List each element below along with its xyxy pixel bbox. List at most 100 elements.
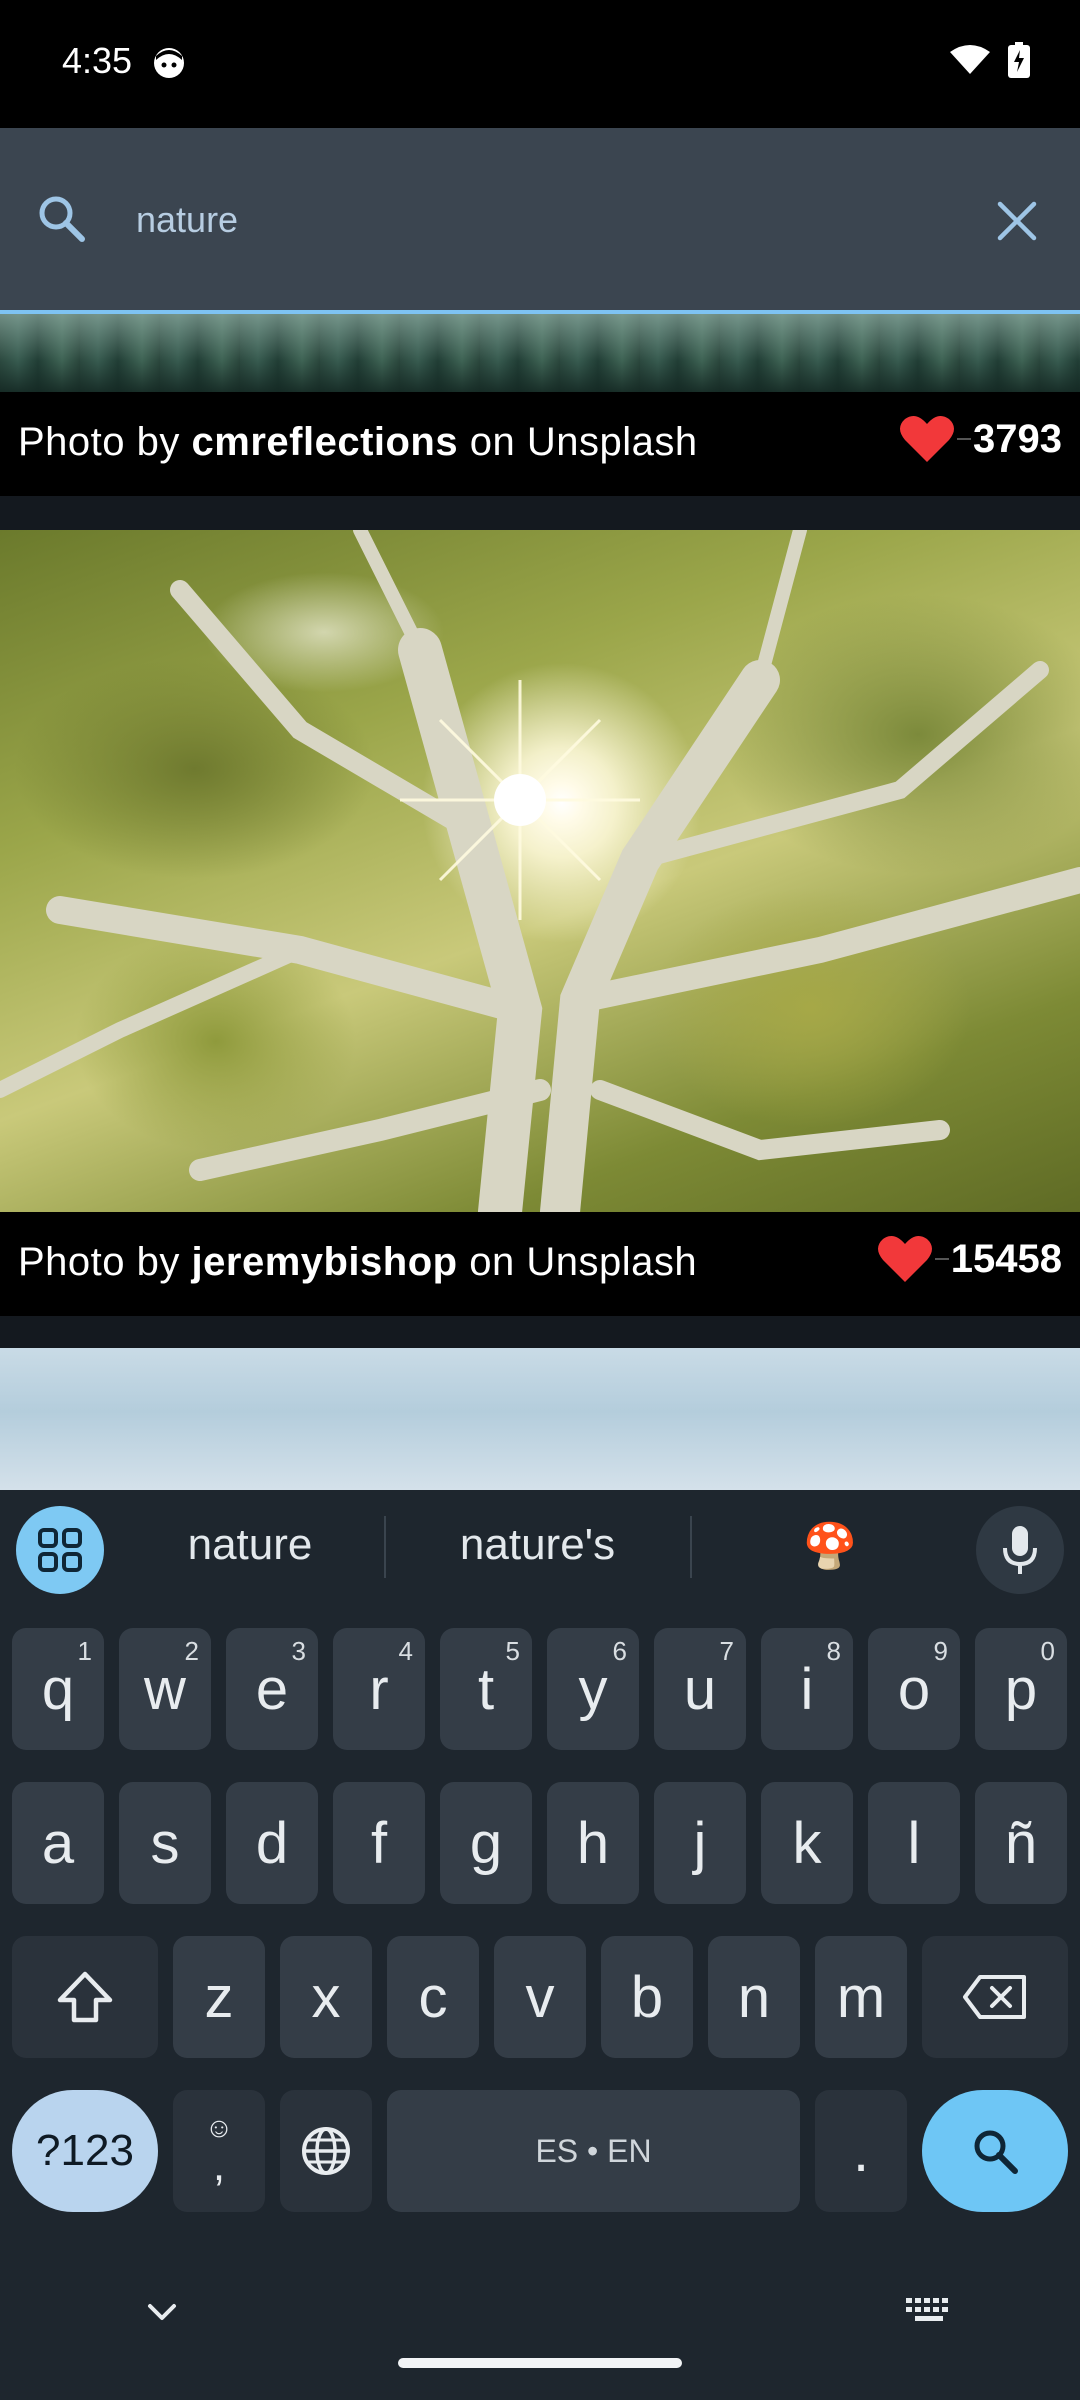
shift-key[interactable] [12,1936,158,2058]
key-x[interactable]: x [280,1936,372,2058]
key-y[interactable]: y6 [547,1628,639,1750]
keyboard-apps-button[interactable] [16,1506,104,1594]
key-label: a [41,1810,75,1876]
heart-icon[interactable] [899,414,955,464]
photo-feed[interactable]: Photo by cmreflections on Unsplash 3793 [0,314,1080,1490]
key-label: m [836,1964,886,2030]
key-d[interactable]: d [226,1782,318,1904]
key-r[interactable]: r4 [333,1628,425,1750]
wifi-icon [950,45,990,74]
key-i[interactable]: i8 [761,1628,853,1750]
key-label: f [370,1810,388,1876]
symbols-mode-key[interactable]: ?123 [12,2090,158,2212]
backspace-icon [963,1975,1026,2019]
photo-image[interactable] [0,314,1080,392]
chevron-down-icon[interactable] [140,2290,184,2334]
key-e[interactable]: e3 [226,1628,318,1750]
emoji-comma-key[interactable]: ☺ , [173,2090,265,2212]
key-j[interactable]: j [654,1782,746,1904]
key-label: e [255,1656,289,1722]
key-s[interactable]: s [119,1782,211,1904]
key-label: b [630,1964,664,2030]
grid-icon [38,1528,82,1572]
like-separator [934,1258,949,1260]
key-n[interactable]: n [708,1936,800,2058]
key-label: p [1004,1656,1038,1722]
key-m[interactable]: m [815,1936,907,2058]
key-z[interactable]: z [173,1936,265,2058]
key-label: ñ [1004,1810,1038,1876]
photo-image[interactable] [0,1348,1080,1490]
key-f[interactable]: f [333,1782,425,1904]
key-b[interactable]: b [601,1936,693,2058]
likes[interactable]: 3793 [899,414,1062,464]
search-action-key[interactable] [922,2090,1068,2212]
key-hint: 5 [505,1636,520,1666]
notification-face-icon [154,48,184,78]
likes[interactable]: 15458 [877,1234,1062,1284]
key-h[interactable]: h [547,1782,639,1904]
microphone-icon [1003,1526,1037,1574]
mic-button[interactable] [976,1506,1064,1594]
suggestion-emoji[interactable]: 🍄 [710,1520,950,1572]
emoji-icon: ☺ [204,2112,234,2143]
keyboard-icon[interactable] [904,2294,954,2328]
key-k[interactable]: k [761,1782,853,1904]
photo-image[interactable] [0,530,1080,1212]
author-name[interactable]: cmreflections [192,420,459,464]
key-hint: 0 [1040,1636,1055,1666]
key-v[interactable]: v [494,1936,586,2058]
key-label: t [477,1656,495,1722]
key-label: i [800,1656,814,1722]
key-label: l [907,1810,921,1876]
period-key[interactable]: . [815,2090,907,2212]
key-label: u [683,1656,717,1722]
backspace-key[interactable] [922,1936,1068,2058]
key-w[interactable]: w2 [119,1628,211,1750]
key-label: g [469,1810,503,1876]
key-q[interactable]: q1 [12,1628,104,1750]
author-name[interactable]: jeremybishop [192,1240,458,1284]
language-key[interactable] [280,2090,372,2212]
key-label: n [737,1964,771,2030]
caption-suffix: on Unsplash [457,1240,698,1284]
key-label: w [144,1656,186,1722]
key-g[interactable]: g [440,1782,532,1904]
key-label: . [852,2118,870,2184]
key-label: z [204,1964,234,2030]
key-c[interactable]: c [387,1936,479,2058]
key-hint: 9 [933,1636,948,1666]
key-label: y [578,1656,608,1722]
heart-icon[interactable] [877,1234,933,1284]
key-a[interactable]: a [12,1782,104,1904]
key-label: x [311,1964,341,2030]
home-handle[interactable] [398,2358,682,2368]
search-icon[interactable] [36,193,88,245]
key-hint: 8 [826,1636,841,1666]
suggestion-item[interactable]: nature [130,1520,370,1570]
key-o[interactable]: o9 [868,1628,960,1750]
screen: 4:35 Pho [0,0,1080,2400]
battery-charging-icon [1008,42,1030,78]
key-hint: 7 [719,1636,734,1666]
key-u[interactable]: u7 [654,1628,746,1750]
space-bar[interactable]: ES • EN [387,2090,800,2212]
key-l[interactable]: l [868,1782,960,1904]
comma-label: , [212,2141,226,2190]
close-icon[interactable] [994,198,1040,244]
caption-text: Photo by cmreflections on Unsplash [18,420,698,465]
key-n-tilde[interactable]: ñ [975,1782,1067,1904]
key-label: h [576,1810,610,1876]
like-count: 3793 [973,416,1062,461]
key-t[interactable]: t5 [440,1628,532,1750]
suggestion-divider [690,1516,692,1578]
tree-branches [0,530,1080,1212]
search-input[interactable] [136,190,936,250]
like-separator [957,438,972,440]
key-label: s [150,1810,180,1876]
key-label: ?123 [36,2126,134,2175]
suggestion-item[interactable]: nature's [400,1520,675,1570]
key-label: k [792,1810,822,1876]
key-p[interactable]: p0 [975,1628,1067,1750]
search-icon [974,2130,1018,2174]
